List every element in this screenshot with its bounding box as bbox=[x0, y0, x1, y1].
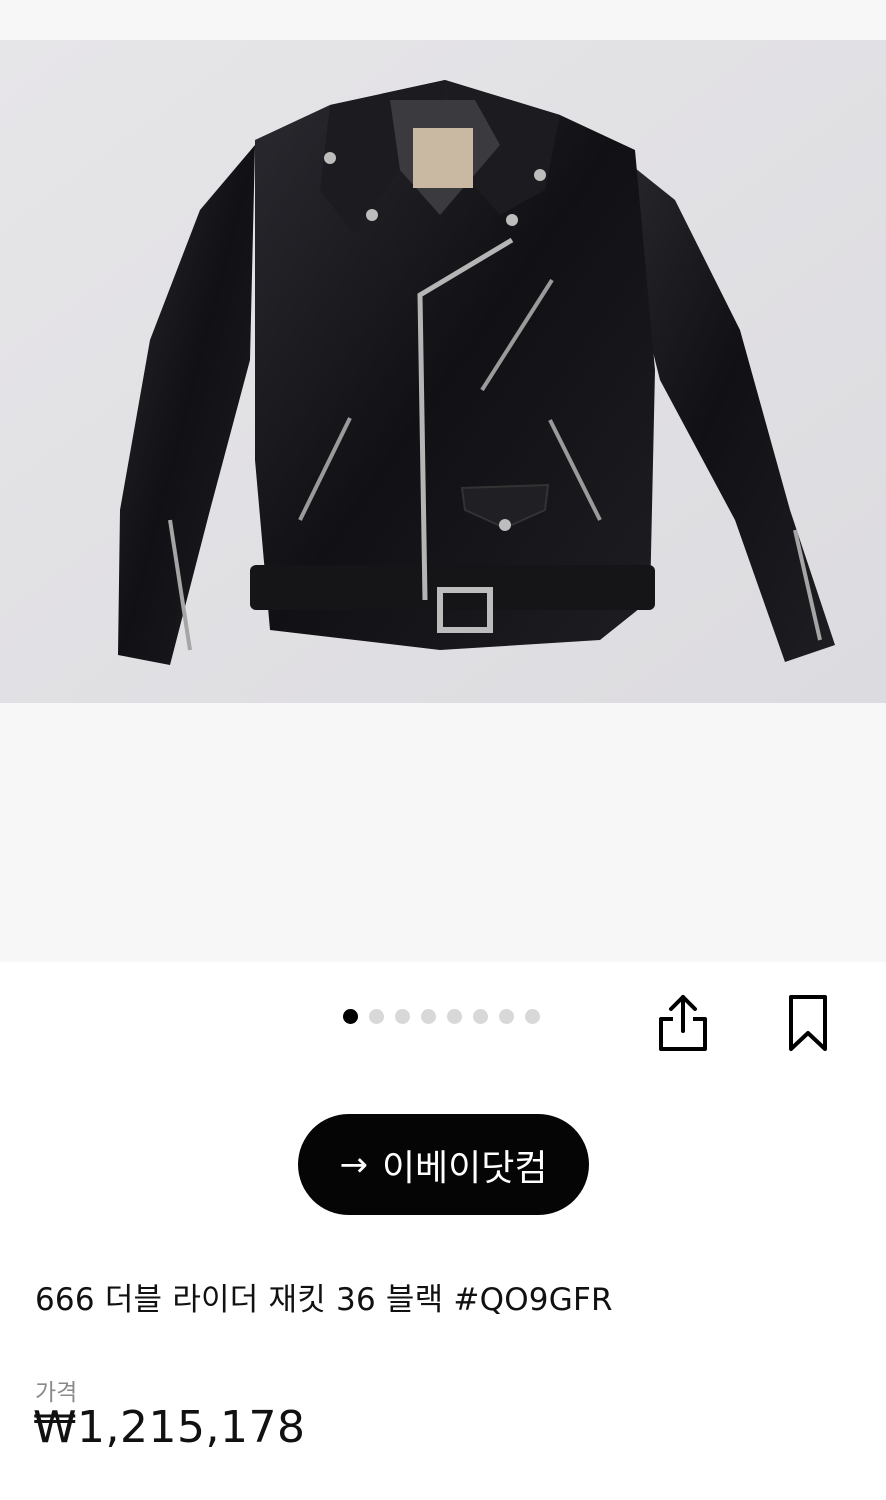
pagination-dot[interactable] bbox=[473, 1009, 488, 1024]
product-title: 666 더블 라이더 재킷 36 블랙 #QO9GFR bbox=[35, 1282, 613, 1318]
pagination-dot-active[interactable] bbox=[343, 1009, 358, 1024]
ebay-link-button[interactable]: → 이베이닷컴 bbox=[298, 1114, 589, 1215]
leather-jacket-image bbox=[0, 40, 886, 703]
arrow-right-icon: → bbox=[339, 1144, 368, 1185]
gallery-pagination bbox=[343, 1009, 540, 1024]
pagination-dot[interactable] bbox=[395, 1009, 410, 1024]
product-page: → 이베이닷컴 666 더블 라이더 재킷 36 블랙 #QO9GFR 가격 ₩… bbox=[0, 0, 886, 1500]
product-photo[interactable] bbox=[0, 40, 886, 703]
cta-label: 이베이닷컴 bbox=[381, 1147, 548, 1189]
price-value: ₩1,215,178 bbox=[33, 1402, 306, 1453]
pagination-dot[interactable] bbox=[447, 1009, 462, 1024]
bookmark-icon bbox=[789, 995, 827, 1051]
share-icon bbox=[659, 995, 707, 1051]
bookmark-button[interactable] bbox=[773, 988, 843, 1058]
image-gallery[interactable] bbox=[0, 0, 886, 962]
share-button[interactable] bbox=[648, 988, 718, 1058]
pagination-dot[interactable] bbox=[421, 1009, 436, 1024]
pagination-dot[interactable] bbox=[369, 1009, 384, 1024]
pagination-dot[interactable] bbox=[499, 1009, 514, 1024]
pagination-dot[interactable] bbox=[525, 1009, 540, 1024]
